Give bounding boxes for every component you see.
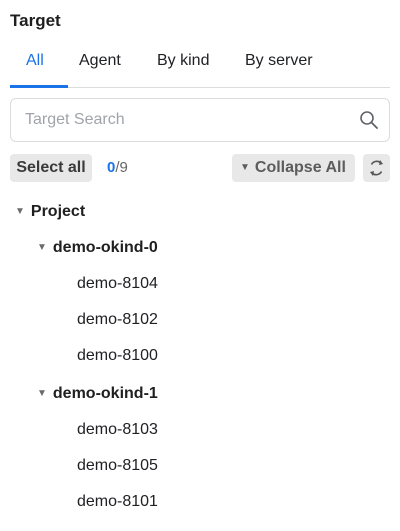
refresh-icon	[370, 160, 383, 176]
caret-down-icon: ▼	[240, 162, 250, 173]
collapse-all-label: Collapse All	[254, 159, 346, 176]
active-tab-indicator	[10, 85, 68, 88]
tree-leaf[interactable]: demo-8104	[77, 275, 158, 293]
tree-leaf[interactable]: demo-8103	[77, 421, 158, 439]
caret-down-icon[interactable]: ▼	[15, 206, 25, 217]
tree-leaf[interactable]: demo-8100	[77, 347, 158, 365]
tree-node-label: Project	[30, 203, 86, 220]
search-box	[10, 98, 390, 142]
caret-down-icon[interactable]: ▼	[37, 242, 47, 253]
tree-node-group[interactable]: ▼ demo-okind-1	[37, 385, 158, 403]
tree-node-group[interactable]: ▼ demo-okind-0	[37, 239, 158, 257]
refresh-button[interactable]	[363, 154, 390, 182]
tab-by-server[interactable]: By server	[245, 52, 313, 70]
tree-node-label: demo-okind-1	[52, 385, 158, 402]
toolbar: Select all 0/9 ▼ Collapse All	[10, 154, 390, 182]
tree-leaf[interactable]: demo-8102	[77, 311, 158, 329]
caret-down-icon[interactable]: ▼	[37, 388, 47, 399]
total-count: /9	[115, 159, 128, 176]
tab-all[interactable]: All	[26, 52, 44, 70]
tree-leaf[interactable]: demo-8105	[77, 457, 158, 475]
select-all-button[interactable]: Select all	[10, 154, 92, 182]
tab-bar: All Agent By kind By server	[10, 44, 390, 88]
selection-count: 0/9	[107, 159, 128, 176]
panel-title: Target	[10, 11, 61, 30]
search-icon[interactable]	[359, 110, 379, 130]
target-panel: Target All Agent By kind By server Selec…	[0, 0, 400, 531]
collapse-all-button[interactable]: ▼ Collapse All	[232, 154, 355, 182]
tab-agent[interactable]: Agent	[79, 52, 121, 70]
target-search-input[interactable]	[25, 99, 345, 141]
tree-node-label: demo-okind-0	[52, 239, 158, 256]
tree-leaf[interactable]: demo-8101	[77, 493, 158, 511]
tab-by-kind[interactable]: By kind	[157, 52, 209, 70]
tree-node-project[interactable]: ▼ Project	[15, 203, 85, 221]
